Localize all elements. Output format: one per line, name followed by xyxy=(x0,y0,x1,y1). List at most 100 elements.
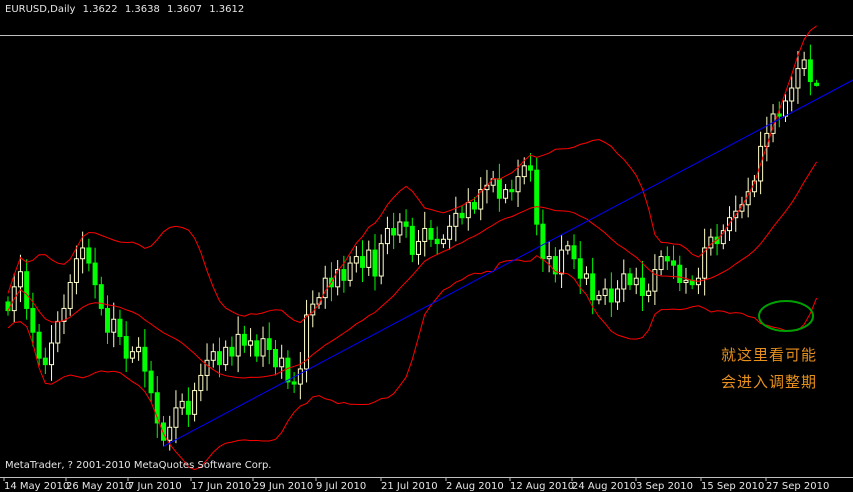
bearish-candle-body xyxy=(123,336,129,359)
bullish-candle-body xyxy=(347,262,353,281)
annotation-line-1: 就这里看可能 xyxy=(721,346,818,364)
bullish-candle-body xyxy=(80,247,86,260)
x-tick-label: 24 Aug 2010 xyxy=(572,481,636,492)
bullish-candle-body xyxy=(279,357,285,368)
bearish-candle-body xyxy=(577,258,583,279)
bearish-candle-body xyxy=(5,301,11,312)
chart-window: 14 May 2010 26 May 2010 7 Jun 2010 17 Jun 2… xyxy=(0,0,853,492)
bullish-candle-body xyxy=(801,59,807,70)
bullish-candle-body xyxy=(136,346,142,353)
bearish-candle-body xyxy=(459,212,465,219)
bullish-candle-body xyxy=(503,189,509,199)
bullish-candle-body xyxy=(210,351,216,361)
bearish-candle-body xyxy=(291,381,297,385)
x-tick-label: 3 Sep 2010 xyxy=(636,481,693,492)
bullish-candle-body xyxy=(397,221,403,236)
bearish-candle-body xyxy=(372,249,378,277)
bullish-candle-body xyxy=(129,351,135,359)
bearish-candle-body xyxy=(627,273,633,286)
bearish-candle-body xyxy=(671,260,677,266)
bearish-candle-body xyxy=(639,277,645,296)
bearish-candle-body xyxy=(360,256,366,268)
bullish-candle-body xyxy=(465,202,471,219)
bearish-candle-body xyxy=(509,189,515,193)
bullish-candle-body xyxy=(615,288,621,303)
bullish-candle-body xyxy=(49,342,55,366)
bearish-candle-body xyxy=(105,307,111,333)
upper-bollinger-band xyxy=(7,25,817,324)
bearish-candle-body xyxy=(216,351,222,366)
highlight-ellipse xyxy=(758,300,814,332)
bearish-candle-body xyxy=(608,288,614,303)
copyright-text: MetaTrader, ? 2001-2010 MetaQuotes Softw… xyxy=(5,460,272,471)
bearish-candle-body xyxy=(677,264,683,284)
bullish-candle-body xyxy=(783,100,788,117)
bearish-candle-body xyxy=(571,245,577,260)
bearish-candle-body xyxy=(42,357,48,366)
bearish-candle-body xyxy=(807,59,813,83)
bearish-candle-body xyxy=(254,340,260,357)
bearish-candle-body xyxy=(664,256,670,262)
bearish-candle-body xyxy=(185,400,191,415)
bearish-candle-body xyxy=(86,247,92,264)
bearish-candle-body xyxy=(434,238,440,245)
x-tick-label: 14 May 2010 xyxy=(4,481,69,492)
bearish-candle-body xyxy=(409,225,415,255)
bullish-candle-body xyxy=(167,426,173,441)
bearish-candle-body xyxy=(241,333,247,346)
bullish-candle-body xyxy=(478,189,484,210)
bearish-candle-body xyxy=(472,202,477,210)
x-tick-label: 9 Jul 2010 xyxy=(316,481,366,492)
annotation-line-2: 会进入调整期 xyxy=(721,373,818,391)
bearish-candle-body xyxy=(534,169,540,225)
bearish-candle-body xyxy=(98,284,104,309)
bullish-candle-body xyxy=(646,290,652,296)
x-tick-label: 26 May 2010 xyxy=(66,481,131,492)
bearish-candle-body xyxy=(272,349,278,368)
bullish-candle-body xyxy=(366,249,372,268)
close-value: 1.3612 xyxy=(209,4,245,15)
bullish-candle-body xyxy=(422,227,428,242)
open-value: 1.3622 xyxy=(82,4,118,15)
bearish-candle-body xyxy=(266,338,272,351)
bullish-candle-body xyxy=(384,227,390,245)
bullish-candle-body xyxy=(297,368,303,385)
bearish-candle-body xyxy=(403,221,409,227)
bearish-candle-body xyxy=(428,227,434,240)
bullish-candle-body xyxy=(67,282,73,309)
bullish-candle-body xyxy=(353,256,359,264)
bullish-candle-body xyxy=(633,277,639,286)
bearish-candle-body xyxy=(590,273,596,301)
price-chart[interactable]: 14 May 201026 May 20107 Jun 2010 17 Jun 2… xyxy=(0,0,853,492)
bullish-candle-body xyxy=(235,333,241,357)
bearish-candle-body xyxy=(229,346,235,357)
bullish-candle-body xyxy=(204,359,210,376)
low-value: 1.3607 xyxy=(167,4,202,15)
bullish-candle-body xyxy=(565,245,571,251)
bullish-candle-body xyxy=(583,273,589,279)
bullish-candle-body xyxy=(447,225,453,240)
x-tick-label: 2 Aug 2010 xyxy=(446,481,504,492)
bearish-candle-body xyxy=(814,82,820,86)
bullish-candle-body xyxy=(515,176,521,193)
bullish-candle-body xyxy=(198,374,204,392)
high-value: 1.3638 xyxy=(124,4,160,15)
bullish-candle-body xyxy=(546,256,552,260)
bullish-candle-body xyxy=(416,240,422,255)
bullish-candle-body xyxy=(795,68,801,89)
x-tick-label: 12 Aug 2010 xyxy=(510,481,574,492)
x-tick-label: 7 Jun 2010 xyxy=(128,481,182,492)
bullish-candle-body xyxy=(179,400,185,409)
bearish-candle-body xyxy=(30,307,36,333)
bullish-candle-body xyxy=(73,258,79,284)
chart-header: EURUSD,Daily 1.3622 1.3638 1.3607 1.3612 xyxy=(5,4,248,15)
bullish-candle-body xyxy=(453,212,459,227)
bearish-candle-body xyxy=(285,357,291,383)
bullish-candle-body xyxy=(559,249,565,275)
bullish-candle-body xyxy=(173,407,179,428)
bearish-candle-body xyxy=(527,165,533,171)
bearish-candle-body xyxy=(161,422,166,441)
bullish-candle-body xyxy=(683,279,689,284)
bullish-candle-body xyxy=(55,320,61,344)
x-tick-label: 21 Jul 2010 xyxy=(381,481,438,492)
